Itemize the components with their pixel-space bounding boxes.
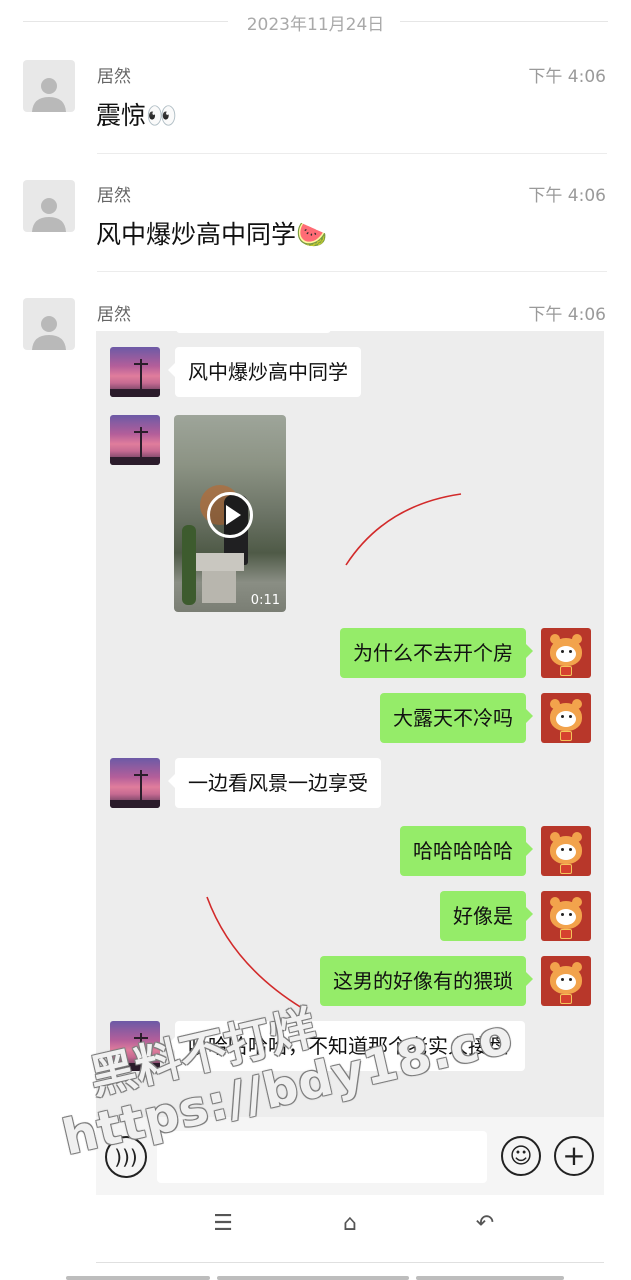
message-input[interactable] bbox=[157, 1131, 487, 1183]
bottom-edge bbox=[217, 1276, 409, 1280]
back-icon[interactable]: ↶ bbox=[470, 1208, 500, 1238]
divider bbox=[96, 1262, 604, 1263]
emoji-icon[interactable]: ☺ bbox=[501, 1136, 541, 1176]
plus-icon[interactable]: + bbox=[554, 1136, 594, 1176]
bottom-edge bbox=[66, 1276, 210, 1280]
annotation-stroke bbox=[345, 493, 462, 566]
system-nav-bar bbox=[0, 1195, 631, 1255]
home-icon[interactable]: ⌂ bbox=[335, 1208, 365, 1238]
menu-icon[interactable]: ☰ bbox=[208, 1208, 238, 1238]
bottom-edge bbox=[416, 1276, 564, 1280]
annotation-stroke bbox=[206, 896, 303, 1009]
